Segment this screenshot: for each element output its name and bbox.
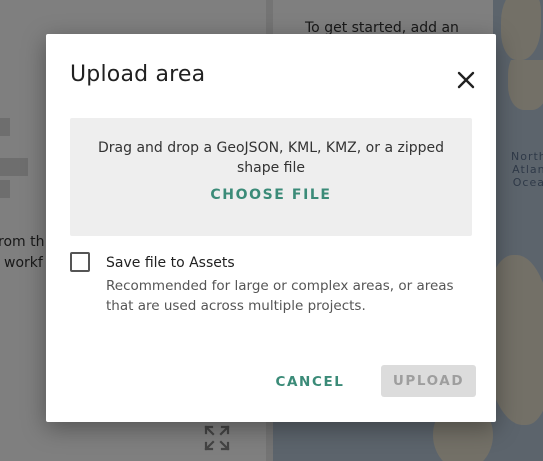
dropzone-instructions: Drag and drop a GeoJSON, KML, KMZ, or a … (98, 140, 444, 176)
file-dropzone[interactable]: Drag and drop a GeoJSON, KML, KMZ, or a … (70, 118, 472, 236)
save-to-assets-label[interactable]: Save file to Assets (106, 255, 235, 271)
save-to-assets-description: Recommended for large or complex areas, … (106, 278, 454, 314)
dialog-title: Upload area (70, 62, 206, 87)
close-button[interactable] (452, 66, 480, 94)
upload-area-dialog: Upload area Drag and drop a GeoJSON, KML… (46, 34, 496, 422)
close-icon (452, 71, 480, 97)
cancel-button[interactable]: CANCEL (268, 366, 352, 398)
choose-file-button[interactable]: CHOOSE FILE (70, 186, 472, 204)
save-to-assets-checkbox[interactable] (70, 252, 90, 272)
upload-button[interactable]: UPLOAD (381, 365, 476, 397)
